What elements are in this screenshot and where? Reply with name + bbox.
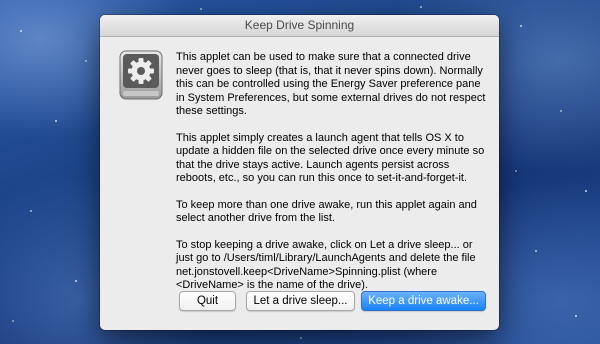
quit-button[interactable]: Quit <box>179 291 236 311</box>
window-title: Keep Drive Spinning <box>100 15 499 37</box>
paragraph-intro: This applet can be used to make sure tha… <box>176 51 486 117</box>
external-drive-gear-icon <box>119 50 163 100</box>
let-drive-sleep-button[interactable]: Let a drive sleep... <box>246 291 355 311</box>
dialog-window: Keep Drive Spinning This applet can be u… <box>100 15 499 330</box>
description-text: This applet can be used to make sure tha… <box>176 51 488 306</box>
keep-drive-awake-button[interactable]: Keep a drive awake... <box>361 291 486 311</box>
paragraph-stop: To stop keeping a drive awake, click on … <box>176 238 476 292</box>
paragraph-launch-agent: This applet simply creates a launch agen… <box>176 131 485 185</box>
paragraph-multiple-drives: To keep more than one drive awake, run t… <box>176 198 477 225</box>
